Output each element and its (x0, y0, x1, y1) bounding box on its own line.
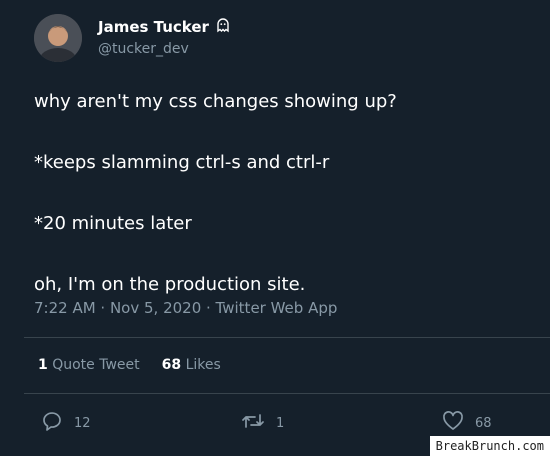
retweet-button[interactable]: 1 (240, 409, 284, 437)
quote-label: Quote Tweet (52, 357, 140, 373)
tweet-line: *20 minutes later (34, 213, 192, 234)
watermark: BreakBrunch.com (429, 436, 550, 456)
likes-label: Likes (185, 357, 221, 373)
tweet-line: why aren't my css changes showing up? (34, 91, 397, 112)
retweet-icon (240, 409, 266, 437)
action-bar: 12 1 68 (0, 409, 550, 439)
author-handle[interactable]: @tucker_dev (98, 41, 189, 57)
reply-button[interactable]: 12 (40, 409, 91, 437)
reply-count: 12 (74, 415, 91, 431)
author-name-row[interactable]: James Tucker (98, 17, 231, 37)
author-name[interactable]: James Tucker (98, 18, 209, 36)
avatar[interactable] (34, 14, 82, 62)
quote-tweets-stat[interactable]: 1 Quote Tweet (38, 357, 140, 373)
tweet-text: why aren't my css changes showing up? *k… (34, 90, 534, 334)
ghost-icon (215, 17, 231, 37)
engagement-stats: 1 Quote Tweet 68 Likes (38, 357, 221, 373)
retweet-count: 1 (276, 415, 285, 431)
like-count: 68 (475, 415, 492, 431)
divider (24, 337, 550, 338)
heart-icon (441, 409, 465, 437)
like-button[interactable]: 68 (441, 409, 492, 437)
tweet-line: oh, I'm on the production site. (34, 274, 306, 295)
divider (24, 393, 550, 394)
tweet-timestamp[interactable]: 7:22 AM · Nov 5, 2020 · Twitter Web App (34, 299, 337, 317)
reply-icon (40, 409, 64, 437)
tweet-line: *keeps slamming ctrl-s and ctrl-r (34, 152, 330, 173)
likes-stat[interactable]: 68 Likes (162, 357, 221, 373)
avatar-image (34, 14, 82, 62)
likes-count: 68 (161, 357, 182, 373)
quote-count: 1 (38, 357, 48, 373)
